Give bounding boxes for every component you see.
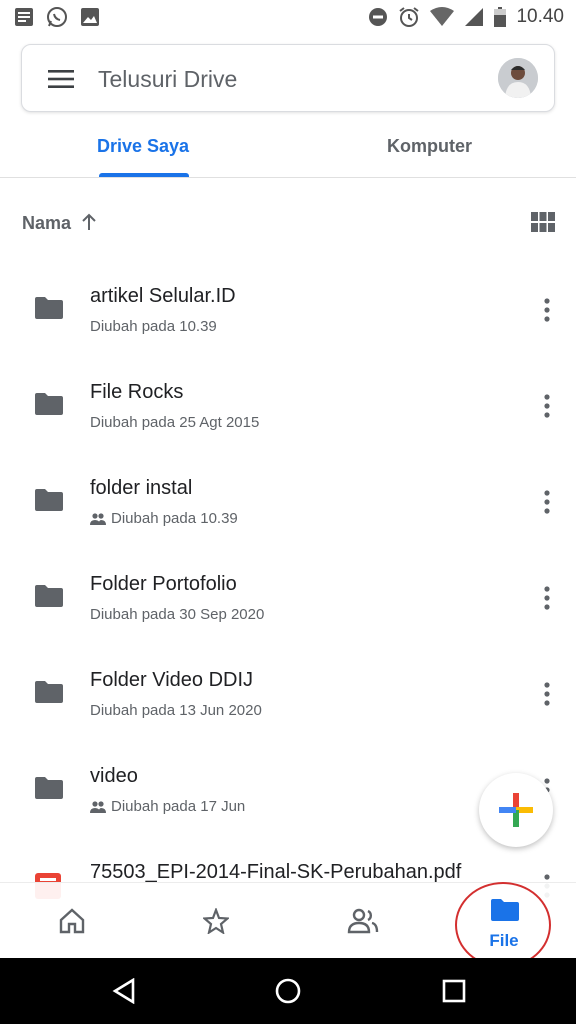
sort-bar: Nama	[0, 200, 576, 244]
nav-home[interactable]	[0, 883, 144, 959]
file-name: folder instal	[90, 477, 193, 499]
list-item[interactable]: Folder Portofolio Diubah pada 30 Sep 202…	[0, 548, 576, 644]
more-options-icon[interactable]	[544, 682, 550, 706]
status-bar: 10.40	[0, 0, 576, 34]
file-meta: Diubah pada 10.39	[90, 510, 238, 527]
grid-view-icon[interactable]	[531, 212, 555, 232]
search-bar[interactable]: Telusuri Drive	[21, 44, 555, 112]
wifi-icon	[430, 7, 455, 26]
highlight-circle-annotation	[455, 882, 551, 968]
status-left-icons	[14, 6, 100, 28]
file-meta: Diubah pada 25 Agt 2015	[90, 414, 260, 431]
folder-icon	[35, 297, 63, 319]
system-navigation-bar	[0, 958, 576, 1024]
more-options-icon[interactable]	[544, 394, 550, 418]
more-options-icon[interactable]	[544, 490, 550, 514]
file-name: Folder Portofolio	[90, 573, 237, 595]
file-name: video	[90, 765, 138, 787]
file-meta: Diubah pada 17 Jun	[90, 798, 245, 815]
tab-drive-saya[interactable]: Drive Saya	[97, 136, 189, 157]
list-item[interactable]: folder instal Diubah pada 10.39	[0, 452, 576, 548]
shared-icon	[90, 512, 106, 525]
shared-people-icon	[347, 908, 379, 934]
alarm-icon	[399, 7, 420, 27]
more-options-icon[interactable]	[544, 586, 550, 610]
file-name: Folder Video DDIJ	[90, 669, 254, 691]
plus-icon	[499, 793, 533, 827]
file-meta: Diubah pada 10.39	[90, 318, 217, 335]
list-item[interactable]: File Rocks Diubah pada 25 Agt 2015	[0, 356, 576, 452]
file-name: artikel Selular.ID	[90, 285, 236, 307]
list-item[interactable]: Folder Video DDIJ Diubah pada 13 Jun 202…	[0, 644, 576, 740]
message-icon	[15, 8, 33, 26]
status-right-icons: 10.40	[368, 6, 564, 28]
tab-komputer[interactable]: Komputer	[387, 136, 472, 157]
do-not-disturb-icon	[369, 8, 388, 26]
folder-icon	[35, 777, 63, 799]
menu-icon[interactable]	[48, 69, 74, 89]
shared-icon	[90, 800, 106, 813]
nav-starred[interactable]	[144, 883, 288, 959]
tab-bar: Drive Saya Komputer	[0, 118, 576, 178]
star-icon	[203, 908, 229, 934]
arrow-up-icon[interactable]	[80, 212, 98, 232]
nav-shared[interactable]	[288, 883, 432, 959]
file-meta: Diubah pada 30 Sep 2020	[90, 606, 265, 623]
home-circle-icon[interactable]	[275, 978, 301, 1004]
search-input[interactable]: Telusuri Drive	[98, 66, 237, 93]
battery-icon	[494, 7, 507, 27]
home-icon	[59, 908, 85, 934]
more-options-icon[interactable]	[544, 298, 550, 322]
list-item[interactable]: artikel Selular.ID Diubah pada 10.39	[0, 260, 576, 356]
sort-by-name-button[interactable]: Nama	[22, 213, 71, 234]
folder-icon	[35, 585, 63, 607]
file-name: 75503_EPI-2014-Final-SK-Perubahan.pdf	[90, 861, 462, 883]
active-tab-indicator	[99, 173, 189, 177]
signal-icon	[465, 8, 484, 26]
folder-icon	[35, 489, 63, 511]
file-meta: Diubah pada 13 Jun 2020	[90, 702, 262, 719]
folder-icon	[35, 681, 63, 703]
status-time: 10.40	[516, 6, 564, 27]
whatsapp-icon	[47, 7, 67, 27]
file-name: File Rocks	[90, 381, 184, 403]
avatar[interactable]	[498, 58, 538, 98]
back-icon[interactable]	[112, 978, 136, 1004]
image-icon	[81, 8, 99, 26]
recents-icon[interactable]	[442, 979, 466, 1003]
new-item-fab-button[interactable]	[479, 773, 553, 847]
folder-icon	[35, 393, 63, 415]
